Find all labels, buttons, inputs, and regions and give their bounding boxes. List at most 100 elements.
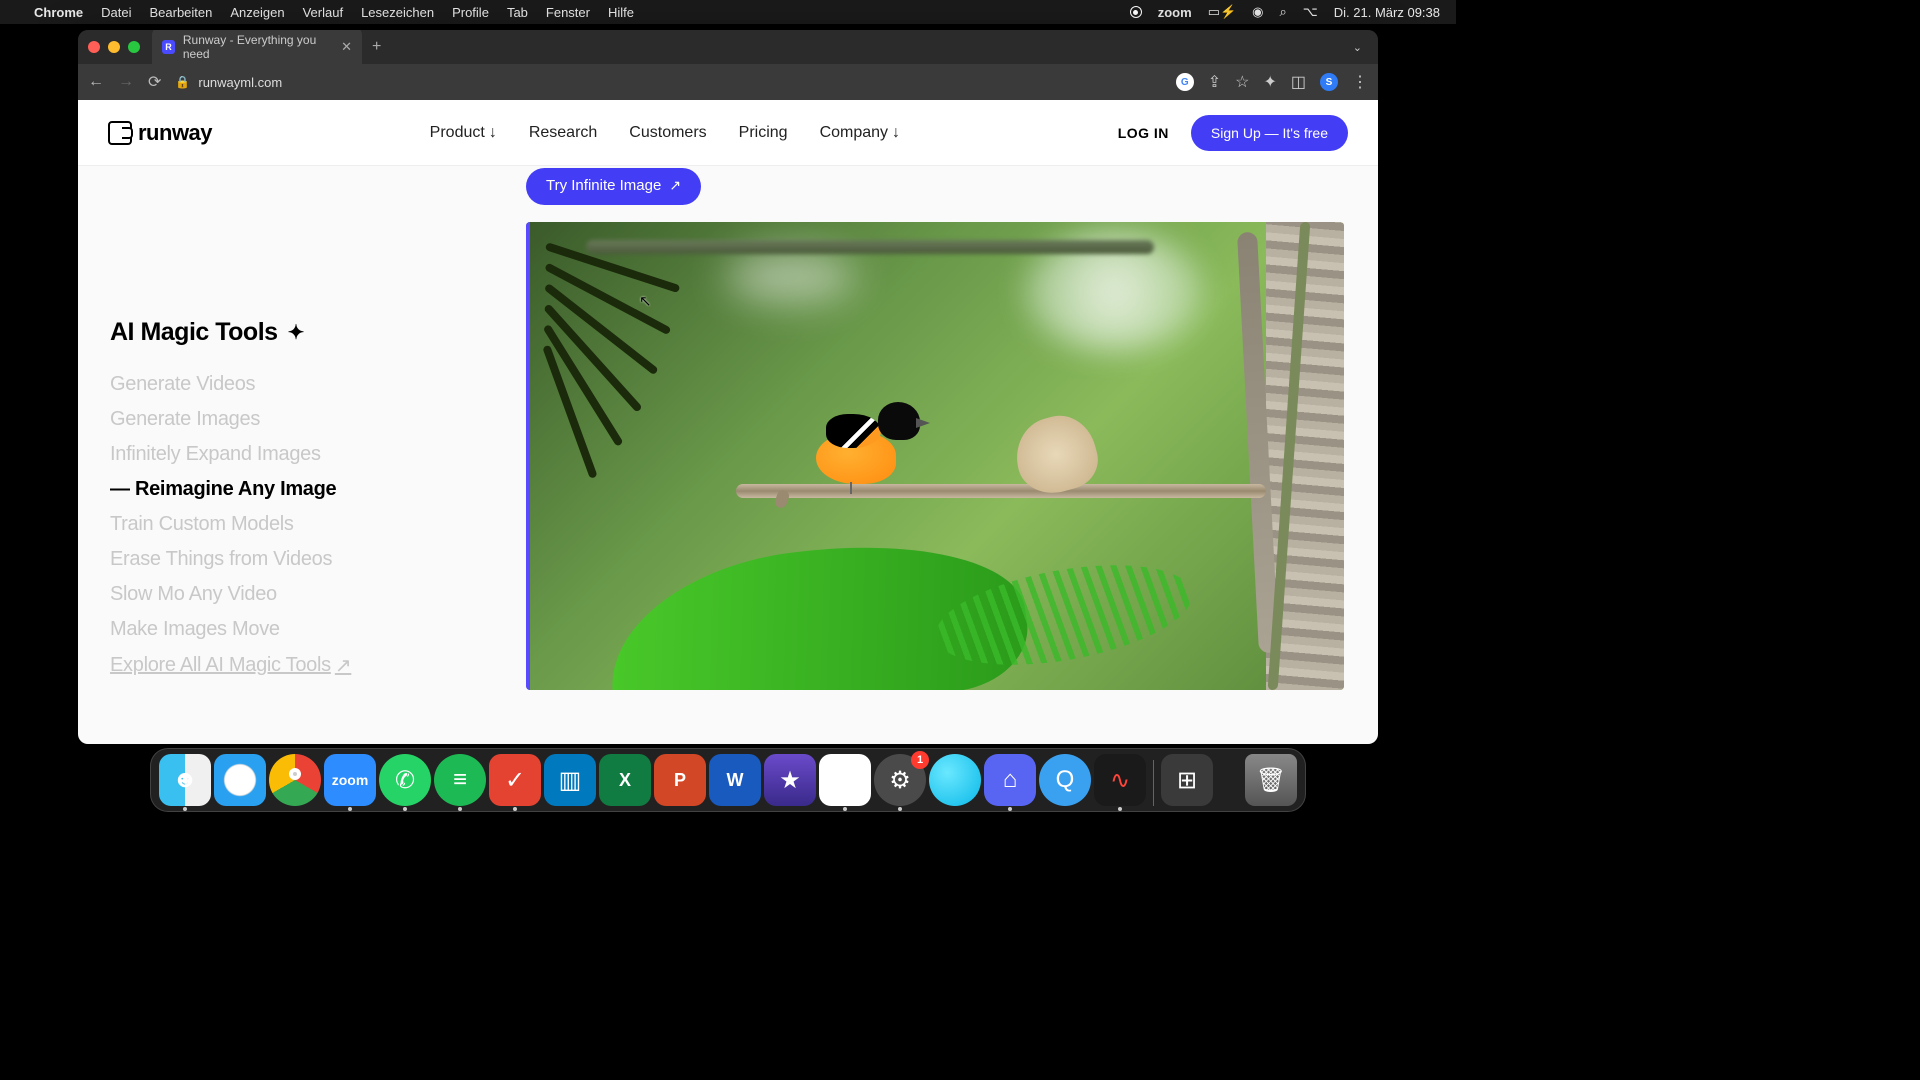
dock-app-cyan[interactable] (929, 754, 981, 806)
nav-pricing[interactable]: Pricing (739, 124, 788, 142)
tool-generate-images[interactable]: Generate Images (110, 408, 490, 431)
magic-tools-sidebar: AI Magic Tools ✦ Generate Videos Generat… (110, 318, 490, 678)
chevron-down-icon: ↓ (892, 124, 900, 142)
dock-whatsapp[interactable]: ✆ (379, 754, 431, 806)
tool-images-move[interactable]: Make Images Move (110, 618, 490, 641)
dock-excel[interactable]: X (599, 754, 651, 806)
dock-google-drive[interactable]: ▲ (819, 754, 871, 806)
google-services-icon[interactable]: G (1176, 73, 1194, 91)
chevron-down-icon: ↓ (489, 124, 497, 142)
toolbar-right: G ⇪ ☆ ✦ ◫ S ⋮ (1176, 72, 1368, 92)
profile-avatar[interactable]: S (1320, 73, 1338, 91)
tool-erase-videos[interactable]: Erase Things from Videos (110, 548, 490, 571)
dock-system-settings[interactable]: ⚙1 (874, 754, 926, 806)
nav-product[interactable]: Product↓ (430, 124, 497, 142)
sidepanel-icon[interactable]: ◫ (1291, 72, 1306, 92)
tab-title: Runway - Everything you need (183, 33, 333, 61)
tab-close-icon[interactable]: ✕ (341, 39, 352, 55)
macos-dock: ☻ zoom ✆ ≡ ✓ ▥ X P W ★ ▲ ⚙1 ⌂ Q ∿ ⊞ 🗑 (150, 748, 1306, 812)
main-content: Try Infinite Image ↗ AI Magic Tools ✦ Ge… (78, 166, 1378, 744)
address-bar: ← → ⟳ 🔒 runwayml.com G ⇪ ☆ ✦ ◫ S ⋮ (78, 64, 1378, 100)
url-text: runwayml.com (198, 75, 282, 90)
nav-back-button[interactable]: ← (88, 73, 104, 91)
window-minimize-button[interactable] (108, 41, 120, 53)
new-tab-button[interactable]: + (372, 38, 381, 56)
nav-reload-button[interactable]: ⟳ (148, 72, 161, 92)
app-menu[interactable]: Chrome (34, 5, 83, 20)
wifi-icon[interactable]: ◉ (1252, 4, 1263, 20)
window-zoom-button[interactable] (128, 41, 140, 53)
tool-infinitely-expand[interactable]: Infinitely Expand Images (110, 443, 490, 466)
url-field[interactable]: 🔒 runwayml.com (175, 75, 1161, 90)
tab-search-icon[interactable]: ⌄ (1353, 41, 1362, 54)
external-arrow-icon: ↗ (335, 653, 351, 678)
dock-spotify[interactable]: ≡ (434, 754, 486, 806)
bird-graphic (806, 400, 926, 490)
runway-logo-text: runway (138, 120, 212, 146)
magic-wand-icon: ✦ (288, 320, 304, 345)
settings-badge: 1 (911, 751, 929, 769)
dock-finder[interactable]: ☻ (159, 754, 211, 806)
explore-all-tools-link[interactable]: Explore All AI Magic Tools↗ (110, 653, 490, 678)
tool-reimagine-image[interactable]: Reimagine Any Image (110, 478, 490, 501)
dock-quicktime[interactable]: Q (1039, 754, 1091, 806)
spotlight-icon[interactable]: ⌕ (1280, 4, 1287, 20)
menu-tab[interactable]: Tab (507, 5, 528, 20)
tool-generate-videos[interactable]: Generate Videos (110, 373, 490, 396)
hero-demo-image: ↖ (526, 222, 1344, 690)
tab-favicon-icon: R (162, 40, 175, 54)
zoom-menubar-item[interactable]: zoom (1158, 5, 1192, 20)
menu-fenster[interactable]: Fenster (546, 5, 590, 20)
dock-calculator[interactable]: ⊞ (1161, 754, 1213, 806)
menu-profile[interactable]: Profile (452, 5, 489, 20)
dock-separator (1153, 760, 1154, 806)
menu-verlauf[interactable]: Verlauf (303, 5, 343, 20)
menu-datei[interactable]: Datei (101, 5, 131, 20)
dock-trash[interactable]: 🗑 (1245, 754, 1297, 806)
dock-todoist[interactable]: ✓ (489, 754, 541, 806)
dock-powerpoint[interactable]: P (654, 754, 706, 806)
share-icon[interactable]: ⇪ (1208, 72, 1221, 92)
menu-lesezeichen[interactable]: Lesezeichen (361, 5, 434, 20)
page-content: runway Product↓ Research Customers Prici… (78, 100, 1378, 744)
tab-bar: R Runway - Everything you need ✕ + ⌄ (78, 30, 1378, 64)
dock-imovie[interactable]: ★ (764, 754, 816, 806)
menu-hilfe[interactable]: Hilfe (608, 5, 634, 20)
nav-research[interactable]: Research (529, 124, 597, 142)
tool-train-models[interactable]: Train Custom Models (110, 513, 490, 536)
dock-voice-memos[interactable]: ∿ (1094, 754, 1146, 806)
lock-icon: 🔒 (175, 75, 190, 89)
menu-bearbeiten[interactable]: Bearbeiten (149, 5, 212, 20)
browser-tab-active[interactable]: R Runway - Everything you need ✕ (152, 30, 362, 67)
window-close-button[interactable] (88, 41, 100, 53)
dock-safari[interactable] (214, 754, 266, 806)
site-header: runway Product↓ Research Customers Prici… (78, 100, 1378, 166)
dock-discord[interactable]: ⌂ (984, 754, 1036, 806)
menubar-datetime[interactable]: Di. 21. März 09:38 (1334, 5, 1440, 20)
dock-zoom[interactable]: zoom (324, 754, 376, 806)
battery-icon[interactable]: ▭⚡ (1208, 4, 1236, 20)
record-indicator-icon[interactable] (1130, 6, 1142, 18)
sidebar-title: AI Magic Tools ✦ (110, 318, 490, 347)
nav-company[interactable]: Company↓ (820, 124, 900, 142)
signup-button[interactable]: Sign Up — It's free (1191, 115, 1348, 151)
bookmark-star-icon[interactable]: ☆ (1235, 72, 1249, 92)
header-actions: LOG IN Sign Up — It's free (1118, 115, 1348, 151)
menu-anzeigen[interactable]: Anzeigen (230, 5, 284, 20)
external-arrow-icon: ↗ (669, 177, 681, 194)
chrome-window: R Runway - Everything you need ✕ + ⌄ ← →… (78, 30, 1378, 744)
primary-nav: Product↓ Research Customers Pricing Comp… (430, 124, 900, 142)
control-center-icon[interactable]: ⌥ (1303, 4, 1318, 20)
dock-trello[interactable]: ▥ (544, 754, 596, 806)
dock-chrome[interactable] (269, 754, 321, 806)
extensions-icon[interactable]: ✦ (1263, 72, 1276, 92)
login-link[interactable]: LOG IN (1118, 125, 1169, 141)
nav-customers[interactable]: Customers (629, 124, 706, 142)
runway-logo-mark-icon (108, 121, 132, 145)
tool-slow-mo[interactable]: Slow Mo Any Video (110, 583, 490, 606)
nav-forward-button[interactable]: → (118, 73, 134, 91)
chrome-menu-icon[interactable]: ⋮ (1352, 72, 1368, 92)
dock-word[interactable]: W (709, 754, 761, 806)
try-infinite-image-button[interactable]: Try Infinite Image ↗ (526, 168, 701, 205)
runway-logo[interactable]: runway (108, 120, 212, 146)
